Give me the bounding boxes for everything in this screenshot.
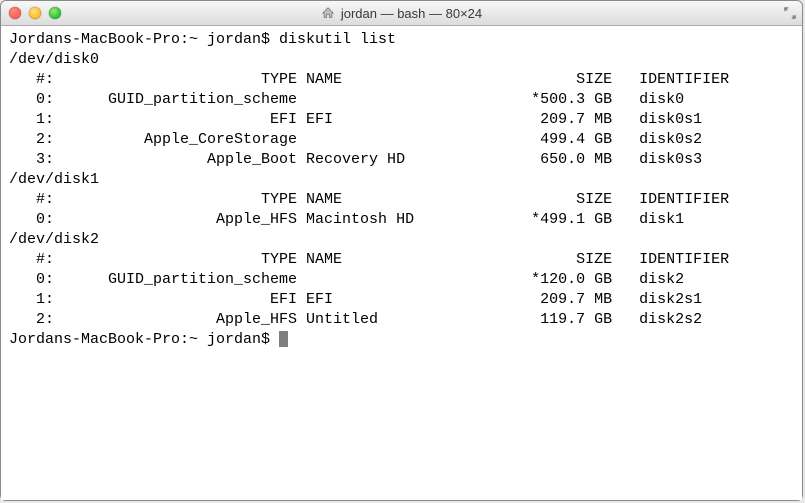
close-button[interactable]: [9, 7, 21, 19]
traffic-lights: [9, 7, 61, 19]
window-titlebar[interactable]: jordan — bash — 80×24: [1, 1, 802, 26]
zoom-button[interactable]: [49, 7, 61, 19]
terminal-content[interactable]: Jordans-MacBook-Pro:~ jordan$ diskutil l…: [1, 26, 802, 500]
terminal-cursor: [279, 331, 288, 347]
terminal-prompt[interactable]: Jordans-MacBook-Pro:~ jordan$: [9, 331, 279, 348]
home-icon: [321, 6, 335, 20]
window-title-wrap: jordan — bash — 80×24: [1, 6, 802, 21]
fullscreen-icon[interactable]: [782, 5, 798, 21]
window-title: jordan — bash — 80×24: [341, 6, 482, 21]
terminal-window: jordan — bash — 80×24 Jordans-MacBook-Pr…: [0, 0, 803, 501]
terminal-output: Jordans-MacBook-Pro:~ jordan$ diskutil l…: [9, 30, 794, 330]
minimize-button[interactable]: [29, 7, 41, 19]
